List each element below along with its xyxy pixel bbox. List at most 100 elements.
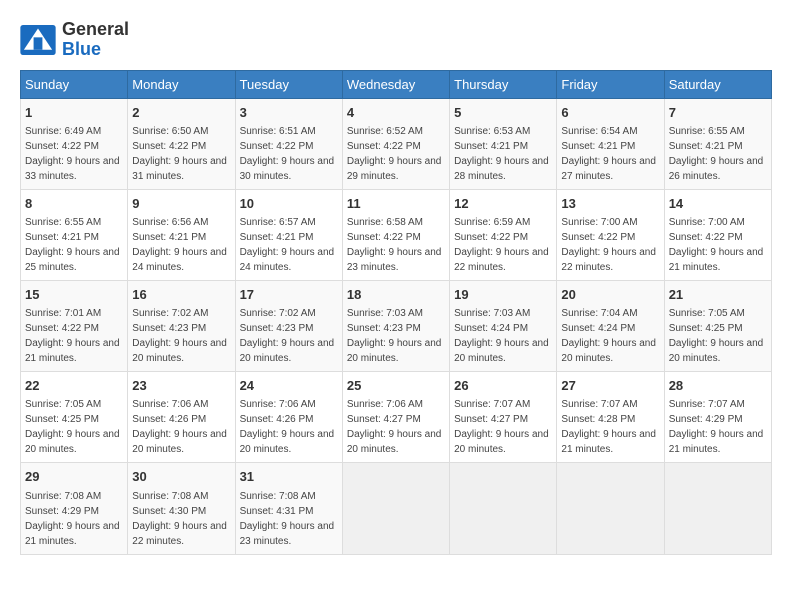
day-number: 12 [454, 195, 552, 213]
day-cell: 26 Sunrise: 7:07 AMSunset: 4:27 PMDaylig… [450, 372, 557, 463]
day-info: Sunrise: 7:02 AMSunset: 4:23 PMDaylight:… [132, 308, 227, 364]
day-number: 1 [25, 104, 123, 122]
day-number: 16 [132, 286, 230, 304]
day-cell: 24 Sunrise: 7:06 AMSunset: 4:26 PMDaylig… [235, 372, 342, 463]
day-number: 25 [347, 377, 445, 395]
day-number: 13 [561, 195, 659, 213]
day-number: 31 [240, 468, 338, 486]
day-cell [450, 463, 557, 554]
logo-icon [20, 25, 56, 55]
weekday-header-row: SundayMondayTuesdayWednesdayThursdayFrid… [21, 70, 772, 98]
day-info: Sunrise: 7:07 AMSunset: 4:27 PMDaylight:… [454, 399, 549, 455]
day-info: Sunrise: 7:03 AMSunset: 4:24 PMDaylight:… [454, 308, 549, 364]
weekday-header-saturday: Saturday [664, 70, 771, 98]
day-cell: 11 Sunrise: 6:58 AMSunset: 4:22 PMDaylig… [342, 189, 449, 280]
week-row-4: 22 Sunrise: 7:05 AMSunset: 4:25 PMDaylig… [21, 372, 772, 463]
day-number: 28 [669, 377, 767, 395]
day-number: 17 [240, 286, 338, 304]
day-number: 18 [347, 286, 445, 304]
day-info: Sunrise: 7:04 AMSunset: 4:24 PMDaylight:… [561, 308, 656, 364]
day-cell: 31 Sunrise: 7:08 AMSunset: 4:31 PMDaylig… [235, 463, 342, 554]
logo-text: General Blue [62, 20, 129, 60]
day-cell: 20 Sunrise: 7:04 AMSunset: 4:24 PMDaylig… [557, 280, 664, 371]
day-cell: 28 Sunrise: 7:07 AMSunset: 4:29 PMDaylig… [664, 372, 771, 463]
day-info: Sunrise: 6:56 AMSunset: 4:21 PMDaylight:… [132, 217, 227, 273]
day-cell [557, 463, 664, 554]
day-info: Sunrise: 6:52 AMSunset: 4:22 PMDaylight:… [347, 126, 442, 182]
weekday-header-sunday: Sunday [21, 70, 128, 98]
weekday-header-friday: Friday [557, 70, 664, 98]
day-cell: 5 Sunrise: 6:53 AMSunset: 4:21 PMDayligh… [450, 98, 557, 189]
logo-blue: Blue [62, 39, 101, 59]
day-cell: 23 Sunrise: 7:06 AMSunset: 4:26 PMDaylig… [128, 372, 235, 463]
weekday-header-thursday: Thursday [450, 70, 557, 98]
logo-general: General [62, 19, 129, 39]
day-number: 4 [347, 104, 445, 122]
day-info: Sunrise: 7:08 AMSunset: 4:31 PMDaylight:… [240, 491, 335, 547]
day-info: Sunrise: 7:06 AMSunset: 4:26 PMDaylight:… [240, 399, 335, 455]
day-cell: 8 Sunrise: 6:55 AMSunset: 4:21 PMDayligh… [21, 189, 128, 280]
day-info: Sunrise: 7:07 AMSunset: 4:29 PMDaylight:… [669, 399, 764, 455]
weekday-header-monday: Monday [128, 70, 235, 98]
day-info: Sunrise: 6:51 AMSunset: 4:22 PMDaylight:… [240, 126, 335, 182]
day-number: 15 [25, 286, 123, 304]
day-number: 30 [132, 468, 230, 486]
day-info: Sunrise: 6:49 AMSunset: 4:22 PMDaylight:… [25, 126, 120, 182]
day-number: 14 [669, 195, 767, 213]
logo: General Blue [20, 20, 129, 60]
day-number: 21 [669, 286, 767, 304]
day-cell: 18 Sunrise: 7:03 AMSunset: 4:23 PMDaylig… [342, 280, 449, 371]
day-cell: 16 Sunrise: 7:02 AMSunset: 4:23 PMDaylig… [128, 280, 235, 371]
day-info: Sunrise: 6:59 AMSunset: 4:22 PMDaylight:… [454, 217, 549, 273]
calendar-table: SundayMondayTuesdayWednesdayThursdayFrid… [20, 70, 772, 555]
day-info: Sunrise: 7:03 AMSunset: 4:23 PMDaylight:… [347, 308, 442, 364]
day-cell [664, 463, 771, 554]
day-cell: 17 Sunrise: 7:02 AMSunset: 4:23 PMDaylig… [235, 280, 342, 371]
day-info: Sunrise: 7:02 AMSunset: 4:23 PMDaylight:… [240, 308, 335, 364]
weekday-header-tuesday: Tuesday [235, 70, 342, 98]
day-number: 2 [132, 104, 230, 122]
day-info: Sunrise: 7:08 AMSunset: 4:30 PMDaylight:… [132, 491, 227, 547]
day-number: 20 [561, 286, 659, 304]
day-info: Sunrise: 7:00 AMSunset: 4:22 PMDaylight:… [561, 217, 656, 273]
day-number: 24 [240, 377, 338, 395]
week-row-1: 1 Sunrise: 6:49 AMSunset: 4:22 PMDayligh… [21, 98, 772, 189]
day-info: Sunrise: 6:50 AMSunset: 4:22 PMDaylight:… [132, 126, 227, 182]
day-cell: 25 Sunrise: 7:06 AMSunset: 4:27 PMDaylig… [342, 372, 449, 463]
day-cell: 10 Sunrise: 6:57 AMSunset: 4:21 PMDaylig… [235, 189, 342, 280]
day-number: 26 [454, 377, 552, 395]
week-row-5: 29 Sunrise: 7:08 AMSunset: 4:29 PMDaylig… [21, 463, 772, 554]
day-cell: 12 Sunrise: 6:59 AMSunset: 4:22 PMDaylig… [450, 189, 557, 280]
week-row-3: 15 Sunrise: 7:01 AMSunset: 4:22 PMDaylig… [21, 280, 772, 371]
day-number: 9 [132, 195, 230, 213]
day-info: Sunrise: 7:05 AMSunset: 4:25 PMDaylight:… [669, 308, 764, 364]
day-info: Sunrise: 7:05 AMSunset: 4:25 PMDaylight:… [25, 399, 120, 455]
day-cell: 6 Sunrise: 6:54 AMSunset: 4:21 PMDayligh… [557, 98, 664, 189]
day-cell [342, 463, 449, 554]
day-cell: 1 Sunrise: 6:49 AMSunset: 4:22 PMDayligh… [21, 98, 128, 189]
day-info: Sunrise: 7:00 AMSunset: 4:22 PMDaylight:… [669, 217, 764, 273]
day-info: Sunrise: 7:06 AMSunset: 4:27 PMDaylight:… [347, 399, 442, 455]
day-cell: 27 Sunrise: 7:07 AMSunset: 4:28 PMDaylig… [557, 372, 664, 463]
day-number: 29 [25, 468, 123, 486]
day-info: Sunrise: 7:06 AMSunset: 4:26 PMDaylight:… [132, 399, 227, 455]
week-row-2: 8 Sunrise: 6:55 AMSunset: 4:21 PMDayligh… [21, 189, 772, 280]
day-info: Sunrise: 6:57 AMSunset: 4:21 PMDaylight:… [240, 217, 335, 273]
day-cell: 14 Sunrise: 7:00 AMSunset: 4:22 PMDaylig… [664, 189, 771, 280]
day-cell: 9 Sunrise: 6:56 AMSunset: 4:21 PMDayligh… [128, 189, 235, 280]
day-cell: 2 Sunrise: 6:50 AMSunset: 4:22 PMDayligh… [128, 98, 235, 189]
day-cell: 19 Sunrise: 7:03 AMSunset: 4:24 PMDaylig… [450, 280, 557, 371]
day-cell: 13 Sunrise: 7:00 AMSunset: 4:22 PMDaylig… [557, 189, 664, 280]
day-info: Sunrise: 7:07 AMSunset: 4:28 PMDaylight:… [561, 399, 656, 455]
day-number: 19 [454, 286, 552, 304]
day-cell: 3 Sunrise: 6:51 AMSunset: 4:22 PMDayligh… [235, 98, 342, 189]
day-number: 7 [669, 104, 767, 122]
day-number: 5 [454, 104, 552, 122]
day-cell: 21 Sunrise: 7:05 AMSunset: 4:25 PMDaylig… [664, 280, 771, 371]
day-number: 6 [561, 104, 659, 122]
day-info: Sunrise: 6:55 AMSunset: 4:21 PMDaylight:… [669, 126, 764, 182]
day-info: Sunrise: 6:55 AMSunset: 4:21 PMDaylight:… [25, 217, 120, 273]
day-info: Sunrise: 7:08 AMSunset: 4:29 PMDaylight:… [25, 491, 120, 547]
day-number: 8 [25, 195, 123, 213]
day-info: Sunrise: 6:53 AMSunset: 4:21 PMDaylight:… [454, 126, 549, 182]
